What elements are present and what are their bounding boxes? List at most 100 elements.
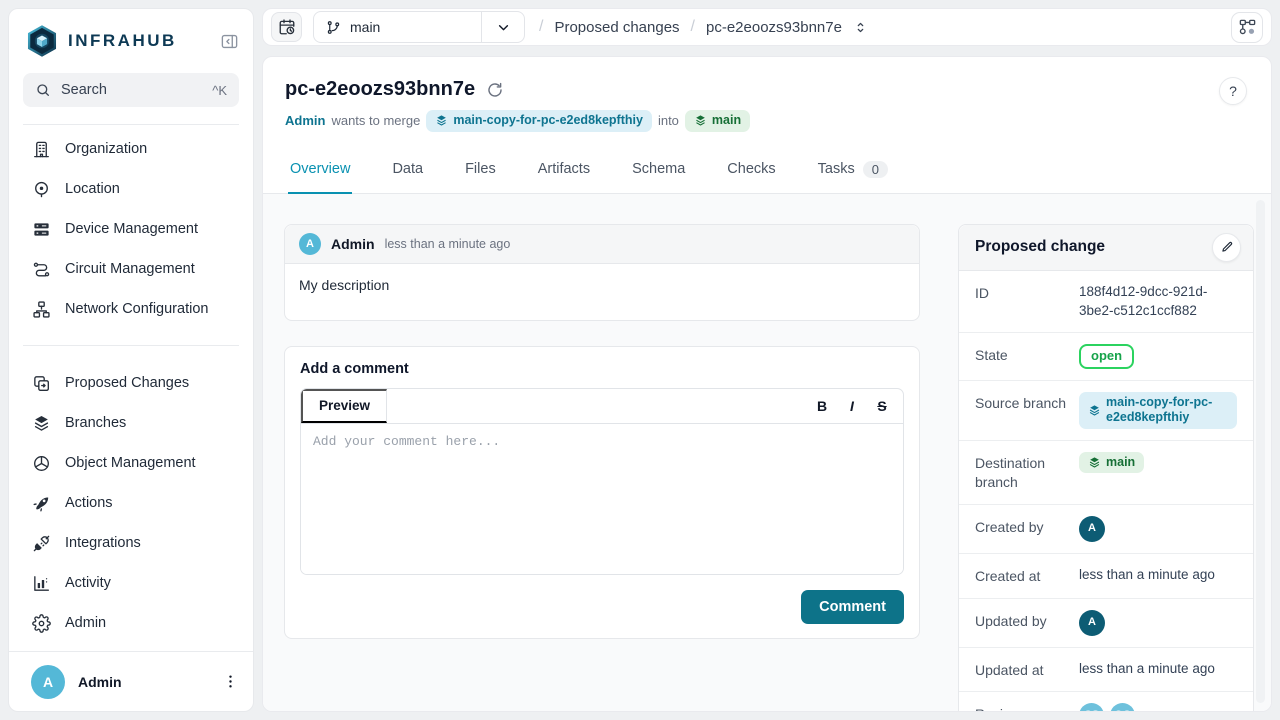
bold-button[interactable]: B: [809, 393, 835, 419]
italic-button[interactable]: I: [839, 393, 865, 419]
sidebar-item-label: Proposed Changes: [65, 375, 189, 391]
building-icon: [32, 140, 51, 159]
sidebar-item-object-management[interactable]: Object Management: [9, 443, 253, 483]
edit-button[interactable]: [1212, 233, 1241, 262]
strikethrough-button[interactable]: S: [869, 393, 895, 419]
detail-row-created-by: Created byA: [959, 505, 1253, 554]
user-avatar[interactable]: A: [31, 665, 65, 699]
detail-row-source-branch: Source branch main-copy-for-pc-e2ed8kepft…: [959, 381, 1253, 441]
reviewer-avatar[interactable]: OC: [1110, 703, 1135, 711]
detail-row-label: ID: [975, 282, 1079, 304]
comment-body: My description: [285, 264, 919, 320]
merge-author[interactable]: Admin: [285, 113, 325, 128]
graph-nodes-icon: [1238, 18, 1257, 37]
search-shortcut: ^K: [212, 83, 227, 98]
detail-row-value: main: [1079, 452, 1237, 475]
tab-data[interactable]: Data: [390, 147, 425, 193]
tab-overview[interactable]: Overview: [288, 147, 352, 193]
tab-files[interactable]: Files: [463, 147, 498, 193]
search-input[interactable]: Search ^K: [23, 73, 239, 107]
tab-label: Files: [465, 161, 496, 177]
proposed-change-panel: Proposed change ID188f4d12-9dcc-921d-3be…: [958, 224, 1254, 711]
comment-card-header: A Admin less than a minute ago: [285, 225, 919, 264]
sidebar-nav: OrganizationLocationDevice ManagementCir…: [9, 129, 253, 643]
panel-header: Proposed change: [959, 225, 1253, 271]
detail-row-state: Stateopen: [959, 333, 1253, 381]
selector-updown-icon[interactable]: [853, 20, 868, 35]
comment-textarea[interactable]: [301, 424, 903, 574]
editor-toolbar: Preview B I S: [301, 389, 903, 424]
tab-content: A Admin less than a minute ago My descri…: [263, 194, 1271, 711]
detail-row-label: Destination branch: [975, 452, 1079, 493]
comment-submit-button[interactable]: Comment: [801, 590, 904, 624]
reviewer-avatar[interactable]: CS: [1079, 703, 1104, 711]
branch-selector-caret[interactable]: [481, 12, 524, 42]
detail-row-value: A: [1079, 516, 1237, 542]
detail-row-label: Source branch: [975, 392, 1079, 414]
panel-collapse-icon: [220, 32, 239, 51]
help-button[interactable]: ?: [1219, 77, 1247, 105]
topbar: main / Proposed changes / pc-e2eoozs93bn…: [262, 8, 1272, 46]
sidebar-item-admin[interactable]: Admin: [9, 603, 253, 643]
merge-text: wants to merge: [331, 113, 420, 128]
branch-selector-value: main: [314, 12, 481, 42]
sidebar-item-activity[interactable]: Activity: [9, 563, 253, 603]
rocket-icon: [32, 494, 51, 513]
account-avatar[interactable]: A: [1079, 610, 1105, 636]
detail-row-destination-branch: Destination branch main: [959, 441, 1253, 505]
detail-row-updated-at: Updated atless than a minute ago: [959, 648, 1253, 693]
graphql-sandbox-button[interactable]: [1231, 12, 1263, 43]
sidebar-item-actions[interactable]: Actions: [9, 483, 253, 523]
add-comment-card: Add a comment Preview B I S Comment: [284, 346, 920, 639]
tab-schema[interactable]: Schema: [630, 147, 687, 193]
git-branch-icon: [326, 20, 341, 35]
preview-tab[interactable]: Preview: [301, 389, 387, 423]
breadcrumb-separator: /: [539, 18, 543, 36]
tab-label: Tasks: [818, 161, 855, 177]
search-placeholder: Search: [61, 82, 107, 98]
account-avatar[interactable]: A: [1079, 516, 1105, 542]
tab-label: Data: [392, 161, 423, 177]
tab-checks[interactable]: Checks: [725, 147, 777, 193]
tab-label: Artifacts: [538, 161, 590, 177]
sidebar-group-divider: [23, 345, 239, 346]
breadcrumb-separator: /: [691, 18, 695, 36]
sidebar-item-network-configuration[interactable]: Network Configuration: [9, 289, 253, 329]
sidebar-item-location[interactable]: Location: [9, 169, 253, 209]
layers-icon: [1088, 456, 1101, 469]
breadcrumb-section[interactable]: Proposed changes: [554, 19, 679, 36]
detail-row-value: less than a minute ago: [1079, 565, 1237, 585]
target-branch-badge[interactable]: main: [685, 110, 750, 132]
user-menu-button[interactable]: [222, 673, 239, 690]
detail-row-label: Updated at: [975, 659, 1079, 681]
target-branch-name: main: [712, 113, 741, 129]
tab-artifacts[interactable]: Artifacts: [536, 147, 592, 193]
sidebar-item-branches[interactable]: Branches: [9, 403, 253, 443]
source-branch-badge[interactable]: main-copy-for-pc-e2ed8kepfthiy: [1079, 392, 1237, 429]
detail-row-value: main-copy-for-pc-e2ed8kepfthiy: [1079, 392, 1237, 429]
source-branch-badge[interactable]: main-copy-for-pc-e2ed8kepfthiy: [426, 110, 652, 132]
panel-rows: ID188f4d12-9dcc-921d-3be2-c512c1ccf882 St…: [959, 271, 1253, 711]
layers-icon: [435, 114, 448, 127]
comment-author-avatar[interactable]: A: [299, 233, 321, 255]
sidebar-item-device-management[interactable]: Device Management: [9, 209, 253, 249]
time-travel-button[interactable]: [271, 12, 302, 42]
scrollbar[interactable]: [1256, 200, 1265, 703]
branch-name: main: [1106, 455, 1135, 471]
sidebar-item-integrations[interactable]: Integrations: [9, 523, 253, 563]
sidebar-collapse-button[interactable]: [220, 32, 239, 51]
branch-name: main-copy-for-pc-e2ed8kepfthiy: [1106, 395, 1228, 426]
user-name: Admin: [78, 674, 122, 690]
branch-selector[interactable]: main: [313, 11, 525, 43]
sidebar-item-organization[interactable]: Organization: [9, 129, 253, 169]
network-icon: [32, 300, 51, 319]
detail-row-label: Reviewers: [975, 703, 1079, 711]
detail-row-value: 188f4d12-9dcc-921d-3be2-c512c1ccf882: [1079, 282, 1237, 321]
breadcrumb-item[interactable]: pc-e2eoozs93bnn7e: [706, 19, 842, 36]
search-icon: [35, 82, 51, 98]
destination-branch-badge[interactable]: main: [1079, 452, 1144, 474]
tab-tasks[interactable]: Tasks0: [816, 147, 890, 193]
sidebar-item-proposed-changes[interactable]: Proposed Changes: [9, 363, 253, 403]
sidebar-item-circuit-management[interactable]: Circuit Management: [9, 249, 253, 289]
refresh-button[interactable]: [486, 81, 504, 99]
